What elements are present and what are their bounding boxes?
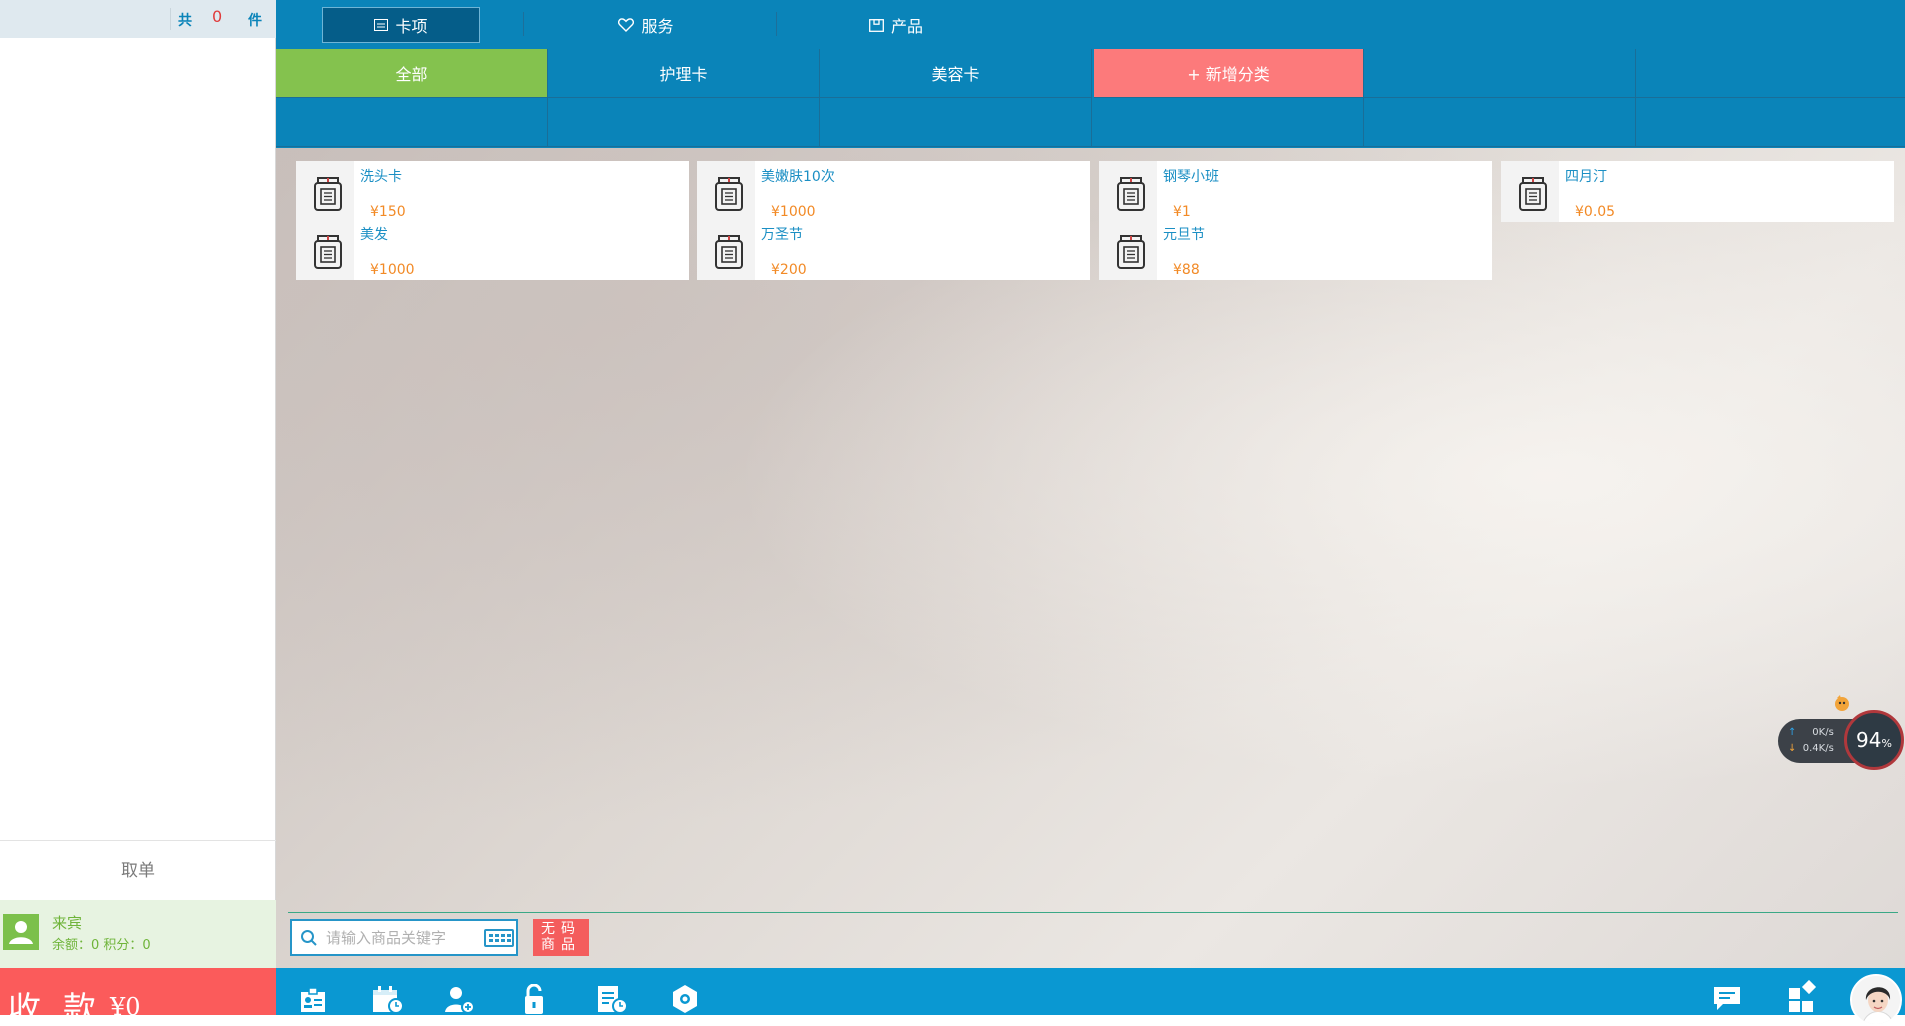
category-empty-slot — [1364, 98, 1636, 147]
heart-icon — [618, 18, 635, 32]
product-card[interactable]: 钢琴小班 ¥1 — [1099, 161, 1492, 222]
cart-count-value: 0 — [212, 7, 223, 26]
add-category-button[interactable]: + 新增分类 — [1094, 49, 1364, 98]
search-divider — [288, 912, 1898, 913]
product-price: ¥200 — [771, 262, 807, 278]
product-price: ¥1000 — [771, 204, 816, 220]
product-name: 元旦节 — [1163, 227, 1205, 243]
no-barcode-product-button[interactable]: 无码商品 — [533, 919, 589, 956]
category-grid: 全部 护理卡 美容卡 + 新增分类 — [276, 49, 1905, 148]
product-card[interactable]: 美嫩肤10次 ¥1000 — [697, 161, 1090, 222]
member-name: 来宾 — [52, 914, 83, 932]
product-card-icon — [705, 172, 753, 214]
product-price: ¥1000 — [370, 262, 415, 278]
report-clock-icon[interactable] — [596, 984, 628, 1014]
cart-count-bar: 共 0 件 — [0, 0, 276, 38]
checkout-label: 收款 — [8, 989, 118, 1015]
product-price: ¥88 — [1173, 262, 1200, 278]
category-empty-slot — [1364, 49, 1636, 98]
category-empty-slot — [276, 98, 548, 147]
user-avatar[interactable] — [1850, 974, 1902, 1026]
cancel-order-button[interactable]: 取单 — [0, 840, 276, 900]
upload-speed-value: 0K/s — [1812, 727, 1834, 738]
product-area: 洗头卡 ¥150 美嫩肤10次 ¥1000 钢琴小班 ¥1 四月汀 ¥0.05 美发 ¥1000 万… — [276, 148, 1905, 968]
count-prefix: 共 — [178, 13, 192, 29]
tab-cards[interactable]: 卡项 — [322, 7, 480, 43]
network-speed-widget[interactable]: ↑ 0K/s ↓ 0.4K/s 94% — [1778, 695, 1904, 790]
guest-avatar-icon — [3, 914, 39, 950]
product-name: 四月汀 — [1565, 169, 1607, 185]
product-name: 万圣节 — [761, 227, 803, 243]
tab-products-label: 产品 — [890, 17, 923, 36]
product-card-icon — [1509, 172, 1557, 214]
tab-services-label: 服务 — [641, 17, 674, 36]
category-empty-slot — [820, 98, 1092, 147]
usage-percent: 94 — [1856, 728, 1882, 752]
product-name: 美嫩肤10次 — [761, 169, 835, 185]
category-care-card[interactable]: 护理卡 — [548, 49, 820, 98]
product-name: 洗头卡 — [360, 169, 402, 185]
cart-item-list[interactable] — [0, 38, 276, 840]
cart-panel: 共 0 件 取单 来宾 余额：0 积分：0 收款 ¥0 — [0, 0, 276, 1015]
checkout-amount: ¥0 — [110, 993, 141, 1015]
keyboard-icon[interactable] — [484, 929, 514, 947]
down-arrow-icon: ↓ — [1788, 743, 1797, 754]
settings-icon[interactable] — [670, 984, 700, 1014]
download-speed-value: 0.4K/s — [1802, 743, 1834, 754]
product-card[interactable]: 万圣节 ¥200 — [697, 219, 1090, 280]
tab-cards-label: 卡项 — [395, 17, 428, 36]
category-empty-slot — [1636, 98, 1905, 147]
count-suffix: 件 — [248, 13, 262, 29]
calendar-clock-icon[interactable] — [372, 984, 404, 1014]
usage-percent-unit: % — [1881, 737, 1892, 750]
search-input[interactable] — [324, 927, 474, 949]
product-name: 美发 — [360, 227, 388, 243]
up-arrow-icon: ↑ — [1788, 727, 1797, 738]
upload-speed: ↑ 0K/s — [1788, 727, 1834, 738]
category-empty-slot — [1092, 98, 1364, 147]
member-stats: 余额：0 积分：0 — [52, 938, 151, 953]
product-card-icon — [304, 230, 352, 272]
tab-services[interactable]: 服务 — [566, 7, 726, 43]
product-card-icon — [1107, 230, 1155, 272]
product-card-icon — [304, 172, 352, 214]
tab-products[interactable]: 产品 — [816, 7, 976, 43]
product-price: ¥0.05 — [1575, 204, 1616, 220]
box-icon — [869, 18, 884, 32]
apps-icon[interactable] — [1788, 979, 1818, 1012]
top-tab-bar: 卡项 服务 产品 — [276, 0, 1905, 49]
tab-separator — [776, 12, 777, 36]
category-empty-slot — [1636, 49, 1905, 98]
product-card-icon — [705, 230, 753, 272]
product-card[interactable]: 洗头卡 ¥150 — [296, 161, 689, 222]
product-card[interactable]: 四月汀 ¥0.05 — [1501, 161, 1894, 222]
category-empty-slot — [548, 98, 820, 147]
search-icon — [300, 929, 318, 951]
bottom-toolbar — [276, 968, 1905, 1026]
checkout-button[interactable]: 收款 ¥0 — [0, 968, 276, 1015]
product-name: 钢琴小班 — [1163, 169, 1219, 185]
category-beauty-card[interactable]: 美容卡 — [820, 49, 1092, 98]
member-info[interactable]: 来宾 余额：0 积分：0 — [0, 900, 276, 968]
product-card[interactable]: 元旦节 ¥88 — [1099, 219, 1492, 280]
mascot-icon — [1832, 693, 1852, 713]
download-speed: ↓ 0.4K/s — [1788, 743, 1834, 754]
product-card[interactable]: 美发 ¥1000 — [296, 219, 689, 280]
count-separator — [170, 8, 171, 30]
category-all[interactable]: 全部 — [276, 49, 548, 98]
main-area: 卡项 服务 产品 全部 护理卡 美容卡 + 新增分类 洗头卡 ¥150 美嫩肤1… — [276, 0, 1905, 1026]
tab-separator — [523, 12, 524, 36]
product-price: ¥1 — [1173, 204, 1191, 220]
add-user-icon[interactable] — [444, 984, 475, 1014]
card-icon — [374, 19, 389, 31]
memory-usage-gauge: 94% — [1844, 710, 1904, 770]
search-box — [290, 919, 518, 956]
lock-icon[interactable] — [522, 983, 552, 1014]
product-card-icon — [1107, 172, 1155, 214]
product-price: ¥150 — [370, 204, 406, 220]
message-icon[interactable] — [1713, 986, 1743, 1016]
member-card-icon[interactable] — [298, 984, 328, 1014]
